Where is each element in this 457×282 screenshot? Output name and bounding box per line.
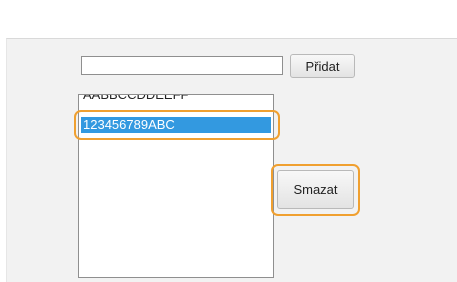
add-button[interactable]: Přidat [290, 54, 355, 78]
address-listbox[interactable]: AABBCCDDEEFF 123456789ABC [78, 94, 274, 278]
list-item[interactable]: AABBCCDDEEFF [81, 95, 271, 103]
page: Přidat AABBCCDDEEFF 123456789ABC Smazat [0, 0, 457, 282]
top-bar [0, 0, 457, 38]
address-input[interactable] [81, 56, 283, 75]
delete-button[interactable]: Smazat [277, 170, 354, 209]
list-item-selected[interactable]: 123456789ABC [81, 117, 271, 133]
